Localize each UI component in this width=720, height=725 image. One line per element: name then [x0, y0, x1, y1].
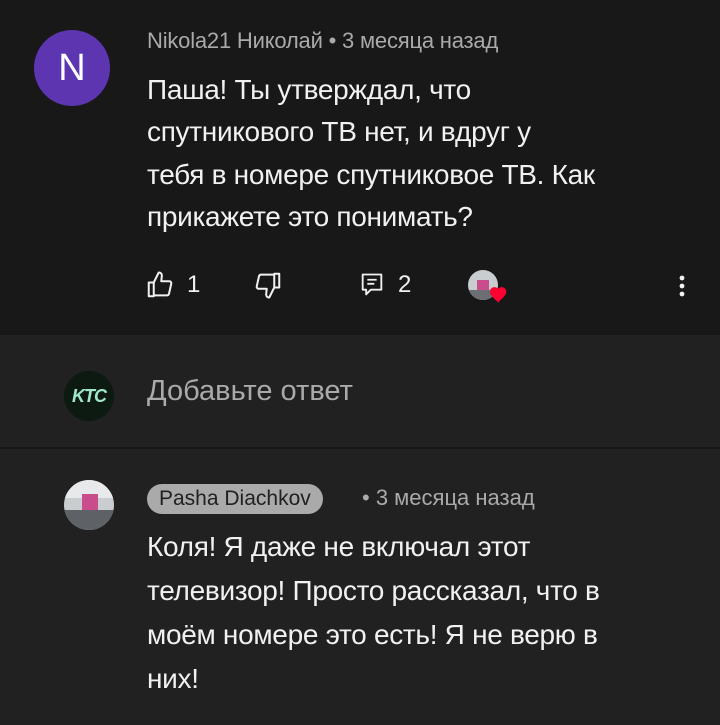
- avatar-letter: N: [58, 46, 86, 89]
- highlighted-comment: N Nikola21 Николай • 3 месяца назад Паша…: [0, 0, 720, 335]
- like-count: 1: [187, 271, 201, 298]
- like-button[interactable]: 1: [145, 270, 200, 300]
- meta-separator: •: [362, 485, 376, 510]
- comment-meta: Nikola21 Николай • 3 месяца назад: [147, 28, 498, 54]
- comment-author[interactable]: Nikola21 Николай: [147, 28, 323, 53]
- current-user-avatar: KTC: [64, 371, 114, 421]
- comment-line: прикажете это понимать?: [147, 201, 473, 232]
- meta-separator: •: [328, 28, 343, 53]
- creator-heart[interactable]: [468, 270, 510, 304]
- avatar[interactable]: N: [34, 30, 110, 106]
- dislike-button[interactable]: [253, 270, 283, 300]
- reply-line: них!: [147, 663, 199, 694]
- reply-comment: Pasha Diachkov • 3 месяца назад Коля! Я …: [0, 449, 720, 725]
- comment-time[interactable]: 3 месяца назад: [342, 28, 498, 53]
- reply-count: 2: [398, 271, 412, 298]
- more-vert-icon: [679, 275, 685, 297]
- comment-actions: 1 2: [0, 270, 720, 310]
- creator-heart-icon: [468, 270, 510, 304]
- avatar-text: KTC: [72, 385, 107, 406]
- reply-input[interactable]: Добавьте ответ: [147, 375, 353, 408]
- reply-author: Pasha Diachkov: [159, 487, 311, 510]
- add-reply-bar[interactable]: KTC Добавьте ответ: [0, 335, 720, 449]
- more-button[interactable]: [670, 270, 694, 302]
- reply-meta: • 3 месяца назад: [362, 485, 535, 511]
- replies-button[interactable]: 2: [358, 270, 411, 300]
- dislike-icon: [255, 272, 281, 299]
- like-icon: [147, 271, 173, 298]
- author-chip[interactable]: Pasha Diachkov: [147, 484, 323, 514]
- heart-icon: [489, 287, 507, 304]
- replies-icon: [361, 273, 383, 296]
- reply-time[interactable]: 3 месяца назад: [376, 485, 535, 510]
- avatar[interactable]: [64, 480, 114, 530]
